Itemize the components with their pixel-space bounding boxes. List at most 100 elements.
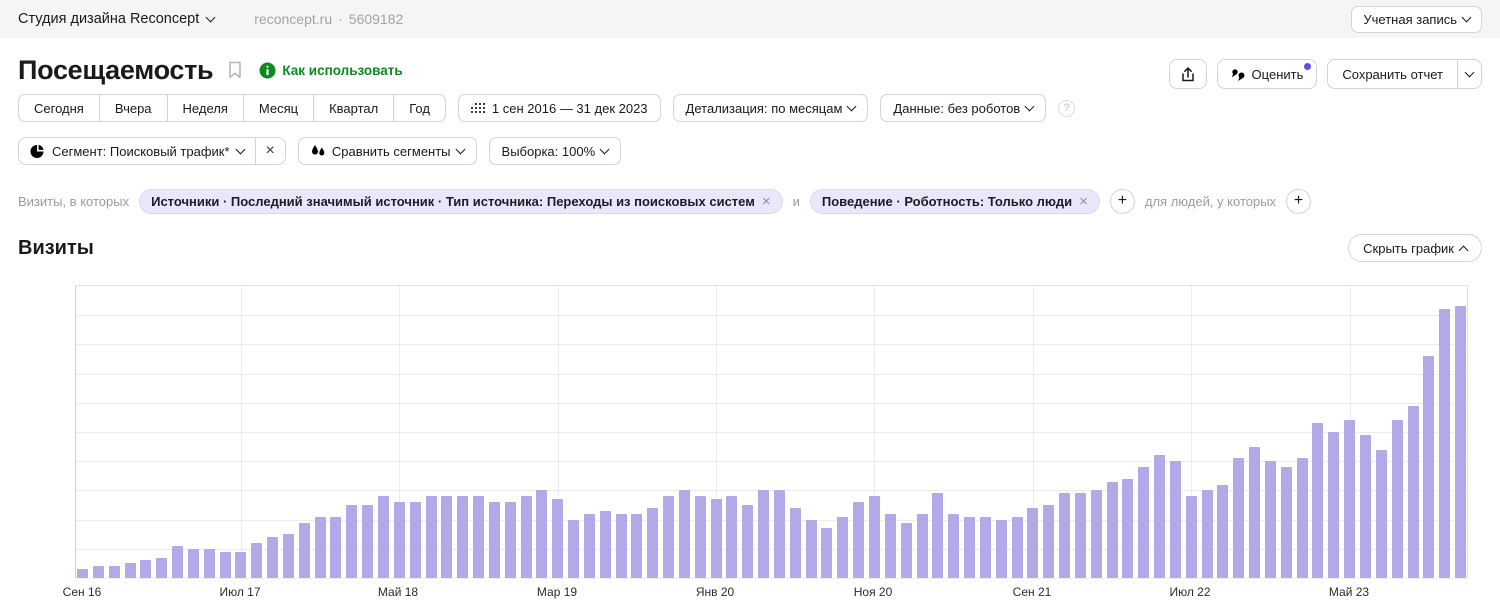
bar[interactable] [1392,420,1403,578]
bar[interactable] [1138,467,1149,578]
how-to-use-link[interactable]: Как использовать [259,62,402,79]
bar[interactable] [1408,406,1419,578]
bar[interactable] [1423,356,1434,578]
bar[interactable] [901,523,912,578]
bar[interactable] [568,520,579,578]
remove-filter-icon[interactable]: × [1079,194,1088,209]
bar[interactable] [647,508,658,578]
bar[interactable] [125,563,136,578]
bar[interactable] [600,511,611,578]
bar[interactable] [853,502,864,578]
bar[interactable] [1312,423,1323,578]
bar[interactable] [330,517,341,578]
bar[interactable] [1265,461,1276,578]
bar[interactable] [679,490,690,578]
bar[interactable] [220,552,231,578]
bar[interactable] [1455,306,1466,578]
bar[interactable] [837,517,848,578]
bar[interactable] [1281,467,1292,578]
filter-chip-robots[interactable]: Поведение · Роботность: Только люди × [810,189,1100,214]
bar[interactable] [1217,485,1228,578]
bar[interactable] [1328,432,1339,578]
bar[interactable] [631,514,642,578]
bar[interactable] [1027,508,1038,578]
segment-reset-button[interactable]: × [256,138,285,164]
counter-selector[interactable]: Студия дизайна Reconcept [18,11,214,27]
date-range-button[interactable]: 1 сен 2016 — 31 дек 2023 [458,94,661,122]
bar[interactable] [964,517,975,578]
segment-button[interactable]: Сегмент: Поисковый трафик* [19,138,255,164]
bar[interactable] [1059,493,1070,578]
bar[interactable] [1012,517,1023,578]
bar[interactable] [315,517,326,578]
bar[interactable] [790,508,801,578]
bar[interactable] [1376,450,1387,578]
bar[interactable] [774,490,785,578]
bar[interactable] [536,490,547,578]
bar[interactable] [695,496,706,578]
account-button[interactable]: Учетная запись [1351,6,1482,33]
bar[interactable] [251,543,262,578]
detalization-button[interactable]: Детализация: по месяцам [673,94,869,122]
add-people-filter-button[interactable]: + [1286,189,1311,214]
bar[interactable] [235,552,246,578]
bookmark-icon[interactable] [227,60,243,80]
bar[interactable] [552,499,563,578]
tab-year[interactable]: Год [393,94,446,122]
bar[interactable] [726,496,737,578]
bar[interactable] [410,502,421,578]
bar[interactable] [584,514,595,578]
bar[interactable] [473,496,484,578]
tab-today[interactable]: Сегодня [18,94,100,122]
bar[interactable] [980,517,991,578]
bar[interactable] [1170,461,1181,578]
share-button[interactable] [1169,59,1207,89]
bar[interactable] [932,493,943,578]
bar[interactable] [711,499,722,578]
bar[interactable] [917,514,928,578]
filter-chip-source[interactable]: Источники · Последний значимый источник … [139,189,783,214]
bar[interactable] [758,490,769,578]
bar[interactable] [267,537,278,578]
bar[interactable] [806,520,817,578]
bar[interactable] [1202,490,1213,578]
bar[interactable] [299,523,310,578]
bar[interactable] [457,496,468,578]
hide-chart-button[interactable]: Скрыть график [1348,234,1482,262]
bar[interactable] [77,569,88,578]
bar[interactable] [346,505,357,578]
save-report-button[interactable]: Сохранить отчет [1328,60,1457,88]
bar[interactable] [1360,435,1371,578]
sampling-button[interactable]: Выборка: 100% [489,137,622,165]
tab-quarter[interactable]: Квартал [313,94,394,122]
bar[interactable] [821,528,832,578]
data-mode-button[interactable]: Данные: без роботов [880,94,1046,122]
add-visit-filter-button[interactable]: + [1110,189,1135,214]
bar[interactable] [1297,458,1308,578]
bar[interactable] [1249,447,1260,578]
bar[interactable] [172,546,183,578]
remove-filter-icon[interactable]: × [762,194,771,209]
bar[interactable] [521,496,532,578]
bar[interactable] [996,520,1007,578]
help-question-icon[interactable]: ? [1058,100,1075,117]
bar[interactable] [1439,309,1450,578]
bar[interactable] [742,505,753,578]
bar[interactable] [489,502,500,578]
compare-segments-button[interactable]: Сравнить сегменты [298,137,477,165]
bar[interactable] [426,496,437,578]
bar[interactable] [869,496,880,578]
bar[interactable] [362,505,373,578]
bar[interactable] [948,514,959,578]
bar[interactable] [1186,496,1197,578]
tab-month[interactable]: Месяц [243,94,314,122]
tab-yesterday[interactable]: Вчера [99,94,168,122]
bar[interactable] [156,558,167,578]
bar[interactable] [283,534,294,578]
bar[interactable] [1075,493,1086,578]
bar[interactable] [188,549,199,578]
bar[interactable] [378,496,389,578]
bar[interactable] [441,496,452,578]
rate-button[interactable]: Оценить [1217,59,1318,89]
bar[interactable] [394,502,405,578]
